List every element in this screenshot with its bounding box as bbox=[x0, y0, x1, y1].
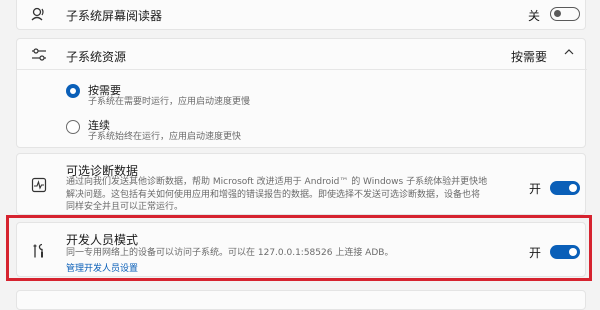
diagnostics-icon bbox=[31, 177, 47, 193]
sliders-icon bbox=[32, 48, 46, 61]
developer-card: 开发人员模式 同一专用网络上的设备可以访问子系统。可以在 127.0.0.1:5… bbox=[16, 222, 586, 277]
option-continuous-desc: 子系统始终在运行，应用启动速度更快 bbox=[88, 132, 242, 142]
diagnostics-toggle[interactable] bbox=[550, 181, 580, 195]
developer-tools-icon bbox=[33, 243, 43, 258]
screen-reader-title: 子系统屏幕阅读器 bbox=[66, 9, 163, 23]
screen-reader-toggle[interactable] bbox=[550, 7, 580, 21]
developer-title: 开发人员模式 bbox=[66, 233, 139, 247]
next-card bbox=[16, 290, 586, 310]
screen-reader-card: 子系统屏幕阅读器 关 bbox=[16, 0, 586, 30]
resources-title: 子系统资源 bbox=[66, 50, 127, 64]
manage-developer-settings-link[interactable]: 管理开发人员设置 bbox=[66, 261, 138, 274]
resources-card: 子系统资源 按需要 按需要 子系统在需要时运行，应用启动速度更慢 连续 子系统始… bbox=[16, 38, 587, 148]
radio-continuous[interactable] bbox=[66, 120, 80, 134]
option-on-demand-desc: 子系统在需要时运行，应用启动速度更慢 bbox=[88, 97, 251, 107]
developer-toggle[interactable] bbox=[550, 245, 580, 259]
chevron-up-icon[interactable] bbox=[564, 47, 574, 57]
resources-value: 按需要 bbox=[511, 50, 548, 64]
resources-divider bbox=[17, 69, 587, 70]
resources-header[interactable]: 子系统资源 按需要 bbox=[17, 39, 587, 69]
diagnostics-toggle-label: 开 bbox=[529, 182, 542, 196]
diagnostics-desc-line-3: 同样安全并且可以正常运行。 bbox=[66, 202, 184, 212]
screen-reader-toggle-label: 关 bbox=[528, 9, 541, 23]
radio-on-demand[interactable] bbox=[66, 84, 80, 98]
diagnostics-desc-line-1: 通过向我们发送其他诊断数据，帮助 Microsoft 改进适用于 Android… bbox=[66, 177, 488, 187]
developer-desc: 同一专用网络上的设备可以访问子系统。可以在 127.0.0.1:58526 上连… bbox=[66, 248, 394, 258]
diagnostics-card: 可选诊断数据 通过向我们发送其他诊断数据，帮助 Microsoft 改进适用于 … bbox=[16, 153, 586, 215]
developer-toggle-label: 开 bbox=[529, 246, 542, 260]
screen-reader-icon bbox=[31, 7, 44, 21]
